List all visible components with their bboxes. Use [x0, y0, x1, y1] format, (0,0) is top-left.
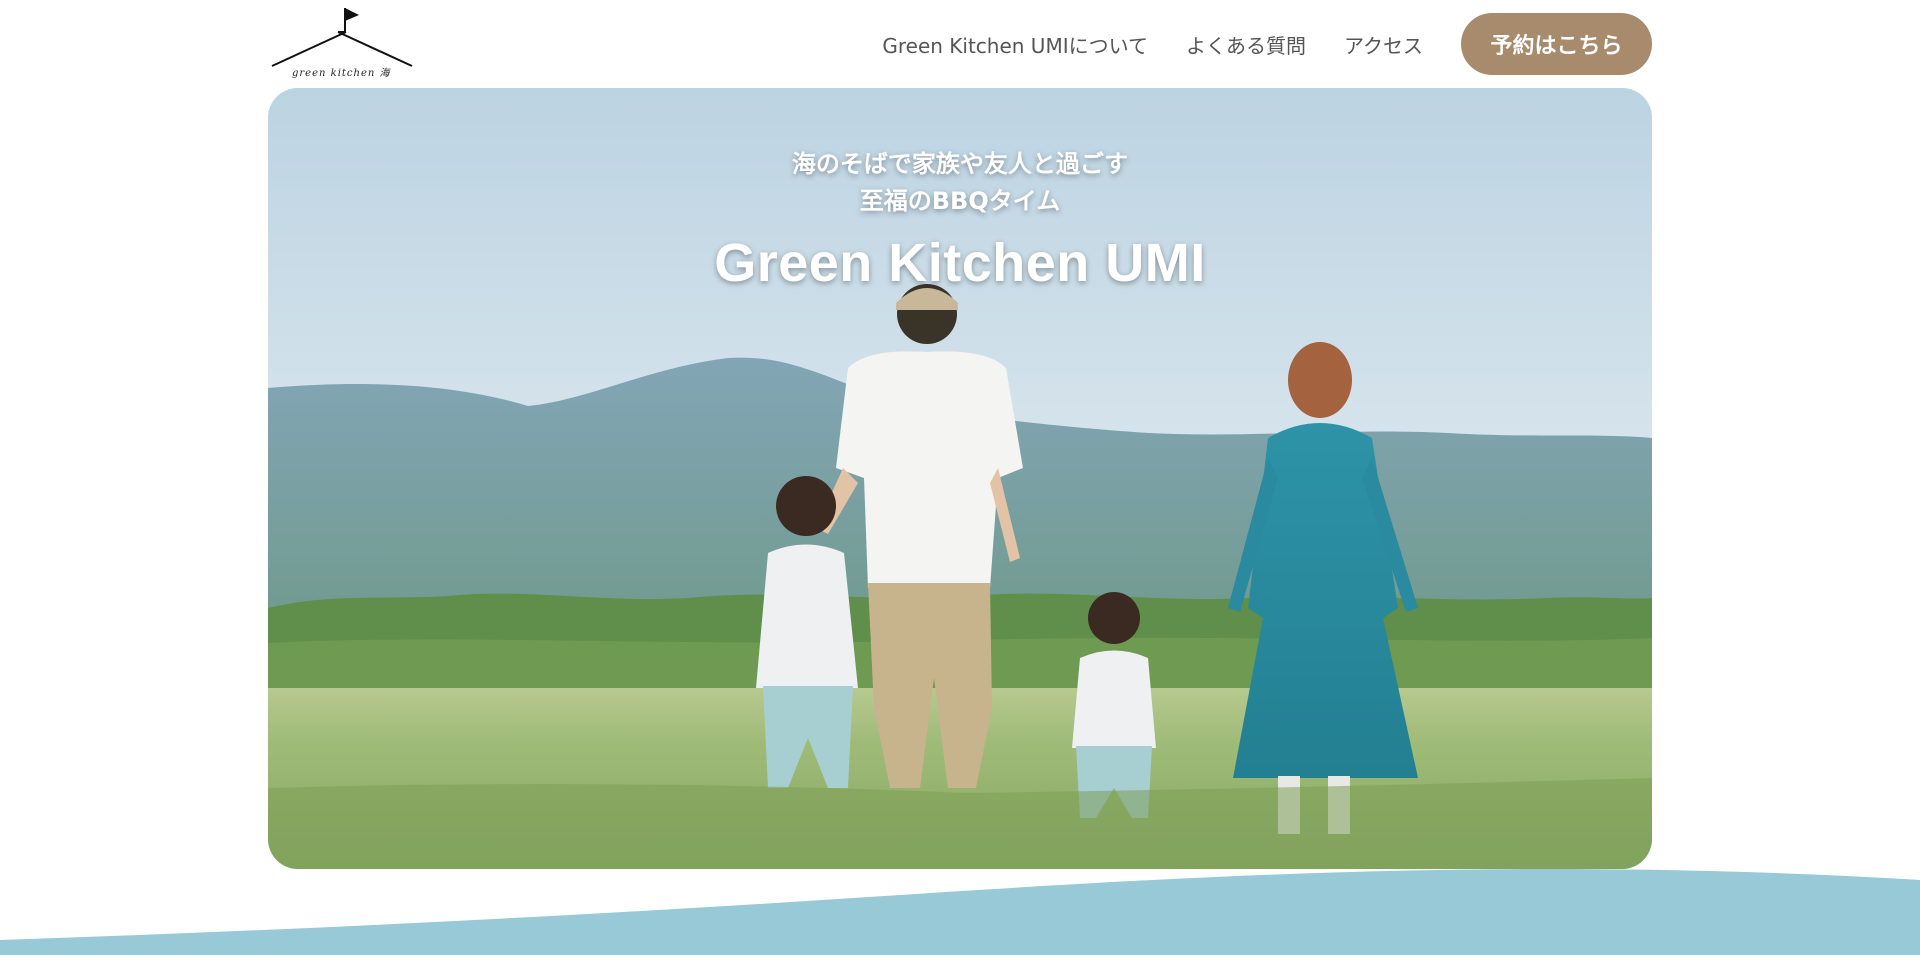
reserve-button[interactable]: 予約はこちら — [1461, 13, 1652, 75]
site-header: green kitchen 海 Green Kitchen UMIについて よく… — [268, 0, 1652, 88]
nav-link-about[interactable]: Green Kitchen UMIについて — [882, 30, 1148, 59]
hero-section: 海のそばで家族や友人と過ごす 至福のBBQタイム Green Kitchen U… — [268, 88, 1652, 869]
hero-copy: 海のそばで家族や友人と過ごす 至福のBBQタイム Green Kitchen U… — [268, 146, 1652, 294]
nav-link-faq[interactable]: よくある質問 — [1186, 30, 1306, 59]
nav-link-access[interactable]: アクセス — [1344, 30, 1423, 59]
decorative-wave — [0, 868, 1920, 955]
hero-title: Green Kitchen UMI — [714, 233, 1206, 293]
hero-subtitle-line1: 海のそばで家族や友人と過ごす — [791, 150, 1129, 178]
main-nav: Green Kitchen UMIについて よくある質問 アクセス 予約はこちら — [882, 0, 1652, 88]
logo-text: green kitchen 海 — [292, 68, 391, 79]
hero-subtitle-line2: 至福のBBQタイム — [859, 187, 1061, 215]
logo[interactable]: green kitchen 海 — [268, 2, 414, 86]
